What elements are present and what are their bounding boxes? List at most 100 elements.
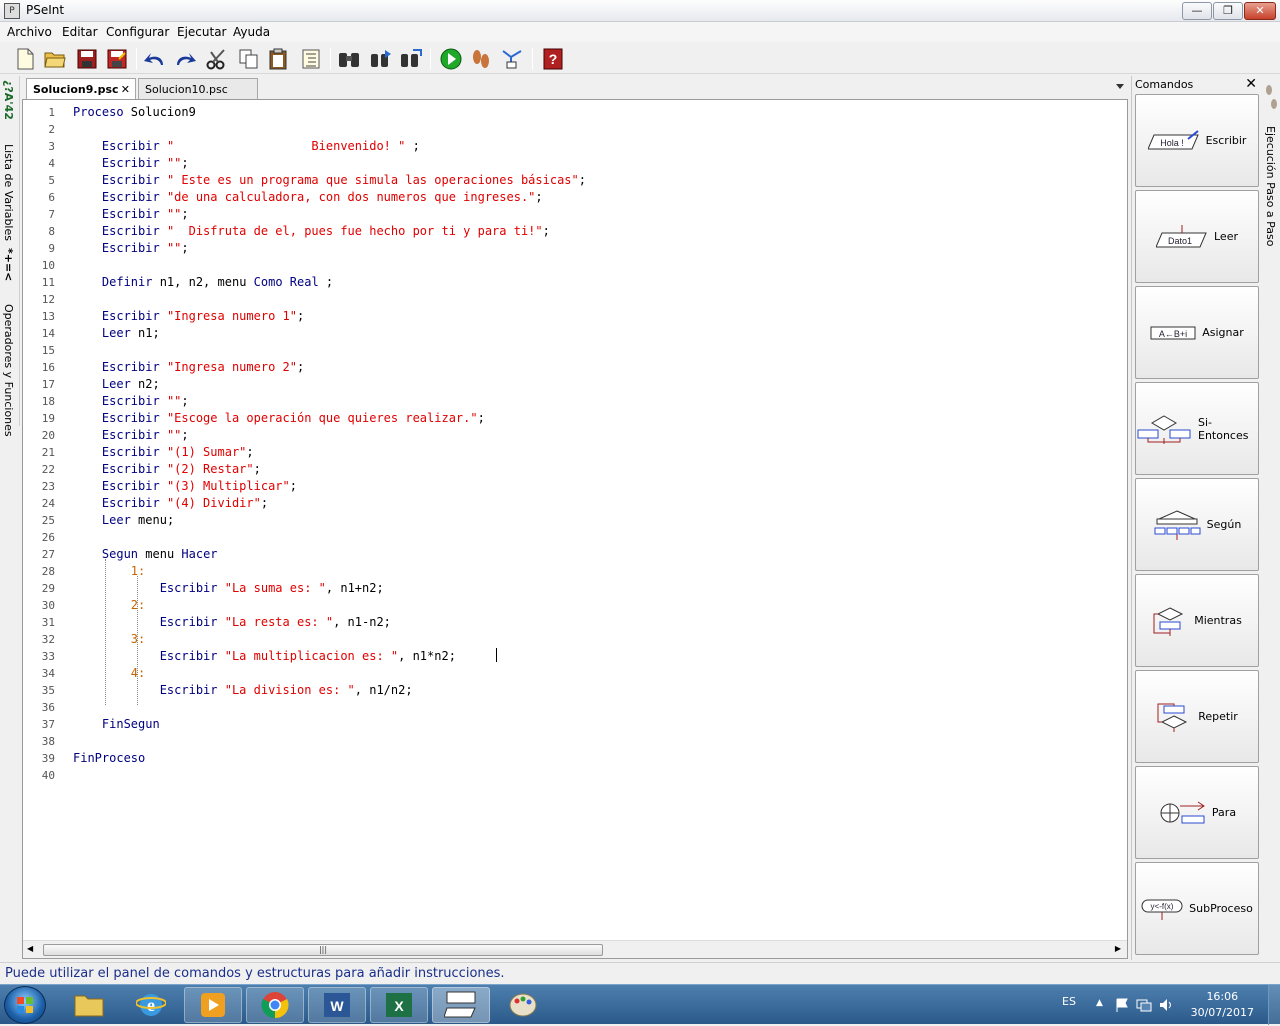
scroll-right-icon[interactable]: ▶ [1115,944,1121,953]
code-line[interactable]: Escribir "La division es: ", n1/n2; [73,682,413,699]
cmd-escribir-button[interactable]: Hola ! Escribir [1135,94,1259,187]
code-line[interactable]: Escribir "Ingresa numero 2"; [73,359,304,376]
code-line[interactable]: Escribir "de una calculadora, con dos nu… [73,189,543,206]
cmd-asignar-button[interactable]: A←B+i Asignar [1135,286,1259,379]
tab-list-dropdown-icon[interactable] [1116,84,1124,89]
commands-panel-close-icon[interactable]: ✕ [1245,76,1257,92]
code-line[interactable]: Escribir "La multiplicacion es: ", n1*n2… [73,648,456,665]
line-number: 24 [41,497,55,510]
run-button[interactable] [438,46,464,72]
taskbar-internet-explorer[interactable]: e [122,987,180,1023]
code-line[interactable]: Escribir " Bienvenido! " ; [73,138,420,155]
taskbar-pseint[interactable] [432,987,490,1023]
action-center-flag-icon[interactable] [1114,997,1130,1013]
code-line[interactable]: Escribir "La resta es: ", n1-n2; [73,614,391,631]
code-line[interactable]: Leer n2; [73,376,160,393]
step-run-button[interactable] [468,46,494,72]
code-line[interactable]: Escribir ""; [73,393,189,410]
cmd-segun-button[interactable]: Según [1135,478,1259,571]
code-line[interactable]: Definir n1, n2, menu Como Real ; [73,274,333,291]
cmd-subproceso-button[interactable]: y<-f(x) SubProceso [1135,862,1259,955]
volume-icon[interactable] [1158,997,1174,1013]
tab-solucion9[interactable]: Solucion9.psc ✕ [26,78,136,100]
code-line[interactable]: Escribir ""; [73,206,189,223]
code-line[interactable]: Segun menu Hacer [73,546,218,563]
show-hidden-icons[interactable]: ▲ [1096,998,1103,1008]
minimize-button[interactable]: — [1182,2,1212,20]
code-line[interactable]: 2: [73,597,145,614]
cmd-si-entonces-button[interactable]: Si-Entonces [1135,382,1259,475]
variables-tab[interactable]: Lista de Variables [2,144,15,241]
new-file-button[interactable] [12,46,38,72]
menu-editar[interactable]: Editar [62,25,98,39]
redo-button[interactable] [172,46,198,72]
code-line[interactable]: Escribir "Escoge la operación que quiere… [73,410,485,427]
code-line[interactable]: FinSegun [73,716,160,733]
taskbar-excel[interactable]: X [370,987,428,1023]
open-file-button[interactable] [42,46,68,72]
code-line[interactable]: 4: [73,665,145,682]
cmd-mientras-button[interactable]: Mientras [1135,574,1259,667]
menu-configurar[interactable]: Configurar [106,25,169,39]
commands-panel: Comandos ✕ Hola ! Escribir Dato1 Leer A←… [1131,76,1261,960]
operators-tab[interactable]: Operadores y Funciones [2,304,15,437]
menu-archivo[interactable]: Archivo [7,25,52,39]
code-line[interactable]: Proceso Solucion9 [73,104,196,121]
code-editor[interactable]: 1 2 3 4 5 6 7 8 9 10 11 12 13 14 15 16 17 18 19 20 21 22 23 24 2… [22,99,1128,959]
code-line[interactable]: Escribir ""; [73,427,189,444]
copy-button[interactable] [236,46,262,72]
taskbar-chrome[interactable] [246,987,304,1023]
code-line[interactable]: Escribir ""; [73,240,189,257]
tab-close-icon[interactable]: ✕ [121,83,130,96]
indent-button[interactable] [298,46,324,72]
taskbar-word[interactable]: W [308,987,366,1023]
code-line[interactable]: Leer menu; [73,512,174,529]
replace-button[interactable] [398,46,424,72]
start-button[interactable] [4,986,46,1024]
close-button[interactable]: ✕ [1244,2,1276,20]
step-execution-tab[interactable]: Ejecución Paso a Paso [1264,126,1277,247]
find-button[interactable] [336,46,362,72]
paste-button[interactable] [266,46,292,72]
undo-button[interactable] [142,46,168,72]
code-line[interactable]: Leer n1; [73,325,160,342]
menu-ayuda[interactable]: Ayuda [233,25,270,39]
language-indicator[interactable]: ES [1062,995,1076,1008]
code-line[interactable]: Escribir "(2) Restar"; [73,461,261,478]
show-desktop-button[interactable] [1268,985,1280,1025]
horizontal-scroll-thumb[interactable]: ||| [43,944,603,956]
code-line[interactable]: Escribir " Este es un programa que simul… [73,172,586,189]
taskbar-paint[interactable] [494,987,552,1023]
code-line[interactable]: Escribir "(4) Dividir"; [73,495,268,512]
save-as-button[interactable] [104,46,130,72]
tab-solucion10[interactable]: Solucion10.psc [138,78,258,100]
clock[interactable]: 16:06 30/07/2017 [1191,989,1254,1021]
code-line[interactable]: Escribir ""; [73,155,189,172]
code-line[interactable]: 1: [73,563,145,580]
find-next-button[interactable] [368,46,394,72]
help-button[interactable]: ? [540,46,566,72]
code-line[interactable]: Escribir "(3) Multiplicar"; [73,478,297,495]
app-icon[interactable]: P [4,3,20,19]
save-button[interactable] [74,46,100,72]
network-icon[interactable] [1136,997,1152,1013]
code-line[interactable]: Escribir "Ingresa numero 1"; [73,308,304,325]
taskbar-media-player[interactable] [184,987,242,1023]
code-line[interactable]: Escribir " Disfruta de el, pues fue hech… [73,223,550,240]
code-line[interactable]: 3: [73,631,145,648]
restore-button[interactable]: ❐ [1213,2,1243,20]
horizontal-scrollbar[interactable]: ◀ ||| ▶ [23,940,1127,958]
line-number: 19 [41,412,55,425]
code-line[interactable]: Escribir "La suma es: ", n1+n2; [73,580,384,597]
cmd-leer-button[interactable]: Dato1 Leer [1135,190,1259,283]
cmd-para-button[interactable]: Para [1135,766,1259,859]
flowchart-button[interactable] [500,46,526,72]
mientras-icon [1153,606,1184,636]
code-line[interactable]: Escribir "(1) Sumar"; [73,444,254,461]
cmd-repetir-button[interactable]: Repetir [1135,670,1259,763]
scroll-left-icon[interactable]: ◀ [27,944,33,953]
menu-ejecutar[interactable]: Ejecutar [177,25,227,39]
cut-button[interactable] [204,46,230,72]
taskbar-explorer[interactable] [60,987,118,1023]
code-line[interactable]: FinProceso [73,750,145,767]
